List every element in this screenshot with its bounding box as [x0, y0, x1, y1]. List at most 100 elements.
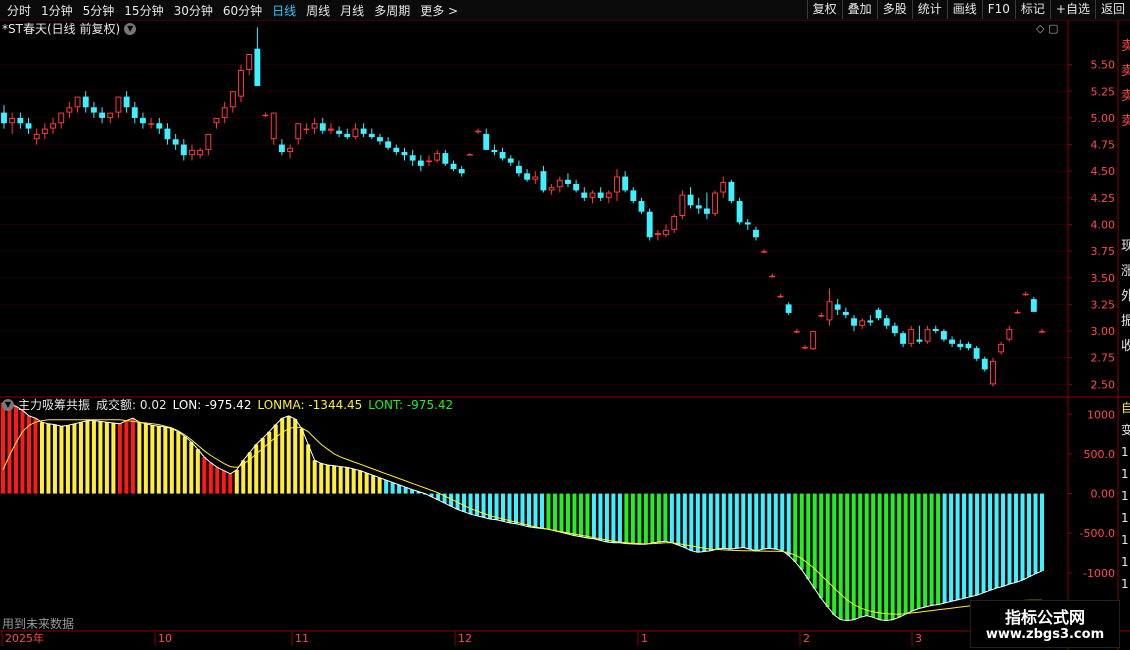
candle-body [189, 149, 195, 156]
candle [74, 96, 81, 113]
indicator-bar [871, 493, 876, 618]
action-buttons: 复权 叠加 多股 统计 画线 F10 标记 +自选 返回 [806, 0, 1130, 20]
indicator-bar [910, 493, 915, 611]
indicator-bar [643, 493, 648, 545]
side-panel-char: 涨 [1121, 264, 1130, 279]
candle-body [336, 130, 343, 134]
period-tab-7[interactable]: 周线 [301, 2, 335, 19]
chevron-down-icon[interactable]: ▼ [2, 399, 14, 411]
indicator-bar [117, 423, 122, 494]
candle-body [663, 229, 669, 236]
period-tab-9[interactable]: 多周期 [369, 2, 415, 19]
candle [409, 149, 416, 166]
indicator-bar [695, 493, 700, 553]
candle [900, 331, 906, 348]
indicator-bar [851, 493, 856, 620]
candle-body [981, 358, 988, 370]
side-panel-char: 外 [1121, 289, 1130, 304]
candle [1, 105, 7, 129]
price-tick-label: 4.50 [1091, 165, 1116, 178]
candle [573, 179, 580, 193]
candle [17, 112, 24, 129]
indicator-bar [397, 484, 402, 494]
candle-body [638, 201, 645, 212]
candle-body [802, 347, 808, 349]
action-button-5[interactable]: F10 [981, 0, 1015, 19]
action-button-1[interactable]: 叠加 [841, 0, 877, 19]
candle [417, 155, 424, 172]
chart-window-icons[interactable]: ◇ ▢ [1036, 22, 1058, 35]
candle [793, 328, 800, 334]
candle [270, 112, 277, 145]
candle-body [622, 176, 629, 191]
action-button-7[interactable]: +自选 [1049, 0, 1095, 19]
indicator-bar [903, 493, 908, 615]
candle [826, 288, 833, 326]
candle-body [1, 112, 7, 124]
indicator-bar [812, 493, 817, 589]
candle-body [769, 275, 776, 278]
action-button-3[interactable]: 统计 [911, 0, 947, 19]
candle [859, 318, 866, 329]
indicator-bar [462, 493, 467, 512]
period-tab-5[interactable]: 60分钟 [218, 2, 267, 19]
indicator-bar [111, 423, 116, 494]
candle-body [1014, 311, 1021, 314]
indicator-bar [468, 493, 473, 515]
period-tab-1[interactable]: 1分钟 [36, 2, 78, 19]
candle-body [548, 187, 555, 191]
candle-body [744, 222, 751, 225]
period-tab-0[interactable]: 分时 [2, 2, 36, 19]
indicator-bar [390, 482, 395, 494]
indicator-bar [897, 493, 902, 618]
chevron-down-icon[interactable]: ▼ [124, 23, 137, 35]
candle-body [483, 133, 490, 150]
period-tab-2[interactable]: 5分钟 [78, 2, 120, 19]
period-tab-3[interactable]: 15分钟 [119, 2, 168, 19]
indicator-bar [507, 493, 512, 523]
indicator-bar [254, 444, 259, 494]
indicator-bar [793, 493, 798, 562]
candle-body [17, 117, 24, 124]
candle-body [107, 112, 114, 118]
period-tab-4[interactable]: 30分钟 [169, 2, 218, 19]
period-tab-6[interactable]: 日线 [267, 2, 301, 19]
indicator-bar [221, 470, 226, 494]
candle-body [172, 139, 179, 145]
indicator-lon: LON: -975.42 [172, 398, 252, 412]
action-button-8[interactable]: 返回 [1094, 0, 1130, 19]
period-tab-10[interactable]: 更多 > [415, 2, 463, 19]
candle-body [630, 190, 637, 202]
indicator-bar [611, 493, 616, 543]
action-button-0[interactable]: 复权 [806, 0, 842, 19]
candle [646, 208, 653, 241]
candle-body [499, 152, 506, 159]
candle-body [426, 160, 432, 163]
candle [949, 336, 956, 348]
action-button-6[interactable]: 标记 [1014, 0, 1050, 19]
action-button-4[interactable]: 画线 [946, 0, 982, 19]
indicator-bar [338, 466, 343, 494]
candle [491, 144, 498, 156]
indicator-bar [624, 493, 629, 544]
future-data-note: 用到未来数据 [2, 617, 75, 631]
indicator-bar [39, 422, 44, 494]
indicator-bar [936, 493, 941, 605]
indicator-bar [410, 489, 415, 494]
lonma-line [2, 419, 1043, 615]
candle-body [25, 123, 32, 129]
candle [189, 144, 195, 161]
action-button-2[interactable]: 多股 [876, 0, 912, 19]
candle-body [842, 311, 849, 316]
candle [466, 153, 473, 156]
candle-body [565, 179, 571, 184]
candle-body [352, 128, 359, 138]
indicator-bar [559, 493, 564, 533]
candle-body [712, 192, 719, 214]
chart-canvas[interactable]: 5.50 5.25 5.00 4.75 4.50 4.25 4.00 3.75 3.50 3.25… [0, 0, 1130, 650]
candle-body [66, 107, 73, 113]
period-toolbar: 分时 1分钟 5分钟 15分钟 30分钟 60分钟 日线 周线 月线 多周期 更多 > 复权 叠加 多股… [0, 0, 1130, 21]
period-tab-8[interactable]: 月线 [335, 2, 369, 19]
candle [957, 339, 964, 351]
candle-body [581, 192, 588, 198]
